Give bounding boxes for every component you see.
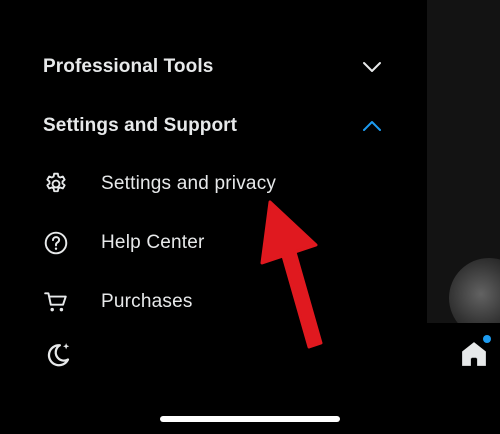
tab-bar <box>427 323 500 434</box>
help-center-label: Help Center <box>101 232 205 253</box>
chevron-up-icon <box>361 115 383 137</box>
professional-tools-label: Professional Tools <box>43 56 214 77</box>
home-tab[interactable] <box>457 339 491 373</box>
purchases-label: Purchases <box>101 291 193 312</box>
side-drawer: Professional Tools Settings and Support … <box>0 0 427 434</box>
moon-sparkle-icon[interactable] <box>43 340 73 370</box>
chevron-down-icon <box>361 56 383 78</box>
settings-and-privacy-label: Settings and privacy <box>101 173 277 194</box>
purchases-item[interactable]: Purchases <box>43 285 383 319</box>
home-icon <box>459 339 489 374</box>
help-center-item[interactable]: Help Center <box>43 226 383 260</box>
settings-and-support-section[interactable]: Settings and Support <box>43 111 383 141</box>
settings-and-support-label: Settings and Support <box>43 115 238 136</box>
settings-and-privacy-item[interactable]: Settings and privacy <box>43 167 383 201</box>
cart-icon <box>43 289 69 315</box>
gear-icon <box>43 171 69 197</box>
main-content-backdrop[interactable] <box>427 0 500 434</box>
home-indicator[interactable] <box>160 416 340 422</box>
professional-tools-section[interactable]: Professional Tools <box>43 52 383 82</box>
help-circle-icon <box>43 230 69 256</box>
notification-dot <box>483 335 491 343</box>
